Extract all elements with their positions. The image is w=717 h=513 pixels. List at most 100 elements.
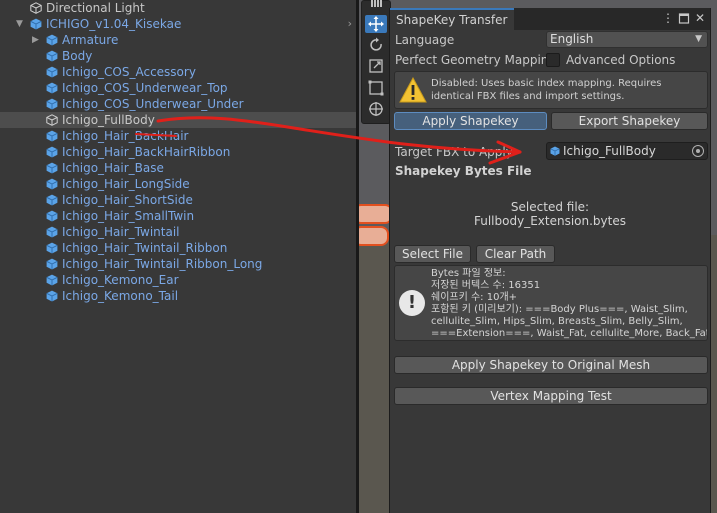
hierarchy-item-label: Ichigo_Hair_ShortSide xyxy=(62,193,193,207)
prefab-cube-icon xyxy=(46,34,58,46)
foldout-expanded-icon[interactable]: ▼ xyxy=(16,16,23,32)
hierarchy-item[interactable]: Ichigo_Hair_ShortSide xyxy=(0,192,356,208)
hierarchy-item[interactable]: Ichigo_Hair_Twintail xyxy=(0,224,356,240)
export-shapekey-tab[interactable]: Export Shapekey xyxy=(551,112,708,130)
select-file-button[interactable]: Select File xyxy=(394,245,471,263)
language-dropdown[interactable]: English ▼ xyxy=(546,31,708,48)
hierarchy-item[interactable]: ▶ Armature xyxy=(0,32,356,48)
scene-tool-palette xyxy=(361,0,391,124)
scene-object-mesh-lower[interactable] xyxy=(359,226,389,246)
hierarchy-item[interactable]: ▼ ICHIGO_v1.04_Kisekae › xyxy=(0,16,356,32)
hierarchy-item[interactable]: Ichigo_Kemono_Tail xyxy=(0,288,356,304)
scale-tool-icon[interactable] xyxy=(365,57,387,75)
hierarchy-item-label: ICHIGO_v1.04_Kisekae xyxy=(46,17,182,31)
apply-original-mesh-button[interactable]: Apply Shapekey to Original Mesh xyxy=(394,356,708,374)
hierarchy-item-label: Ichigo_Hair_Twintail_Ribbon_Long xyxy=(62,257,263,271)
prefab-cube-icon xyxy=(46,98,58,110)
hierarchy-item-label: Ichigo_Hair_SmallTwin xyxy=(62,209,195,223)
hierarchy-item[interactable]: Ichigo_Hair_Twintail_Ribbon_Long xyxy=(0,256,356,272)
hierarchy-item[interactable]: Ichigo_Hair_Base xyxy=(0,160,356,176)
clear-path-button[interactable]: Clear Path xyxy=(476,245,555,263)
hierarchy-item-label: Ichigo_Kemono_Ear xyxy=(62,273,179,287)
perfect-mapping-label: Perfect Geometry Mapping xyxy=(395,53,556,67)
prefab-cube-icon xyxy=(46,274,58,286)
prefab-cube-icon xyxy=(46,226,58,238)
hierarchy-item[interactable]: Ichigo_COS_Underwear_Under xyxy=(0,96,356,112)
selected-file-name: Fullbody_Extension.bytes xyxy=(474,214,626,228)
hierarchy-item-label: Ichigo_Hair_BackHair xyxy=(62,129,189,143)
prefab-cube-icon xyxy=(46,146,58,158)
hierarchy-item-label: Ichigo_COS_Underwear_Top xyxy=(62,81,228,95)
hierarchy-item-label: Ichigo_COS_Accessory xyxy=(62,65,196,79)
language-label: Language xyxy=(395,33,455,47)
hierarchy-item[interactable]: Ichigo_Hair_BackHair xyxy=(0,128,356,144)
bytes-section-title: Shapekey Bytes File xyxy=(395,164,532,178)
rotate-tool-icon[interactable] xyxy=(365,36,387,54)
hierarchy-item-label: Ichigo_COS_Underwear_Under xyxy=(62,97,244,111)
hierarchy-item[interactable]: Ichigo_COS_Accessory xyxy=(0,64,356,80)
transform-tool-icon[interactable] xyxy=(365,100,387,118)
gameobject-cube-icon xyxy=(30,2,42,14)
target-fbx-value: Ichigo_FullBody xyxy=(563,144,656,158)
hierarchy-item-label: Body xyxy=(62,49,93,63)
hand-tool-icon[interactable] xyxy=(365,0,387,11)
bytes-info-line: Bytes 파일 정보: xyxy=(431,268,506,279)
bytes-info-line: 쉐이프키 수: 10개+ xyxy=(431,292,518,303)
hierarchy-item[interactable]: Body xyxy=(0,48,356,64)
prefab-cube-icon xyxy=(46,210,58,222)
shapekey-transfer-window: ShapeKey Transfer ⋮ ✕ Language English ▼… xyxy=(389,8,711,513)
prefab-cube-icon xyxy=(46,242,58,254)
hierarchy-item-label: Directional Light xyxy=(46,1,145,15)
scene-object-mesh-upper[interactable] xyxy=(359,204,393,224)
close-icon[interactable]: ✕ xyxy=(694,11,706,25)
foldout-collapsed-icon[interactable]: ▶ xyxy=(32,32,39,48)
hierarchy-item-label: Ichigo_Hair_Twintail_Ribbon xyxy=(62,241,228,255)
prefab-cube-icon xyxy=(46,258,58,270)
window-tab-bar: ShapeKey Transfer ⋮ ✕ xyxy=(390,8,710,30)
prefab-cube-icon xyxy=(46,194,58,206)
prefab-cube-icon xyxy=(46,66,58,78)
maximize-icon[interactable] xyxy=(678,11,690,25)
target-fbx-label: Target FBX to Apply xyxy=(395,145,513,159)
prefab-cube-icon xyxy=(46,178,58,190)
prefab-cube-icon xyxy=(46,50,58,62)
object-picker-icon[interactable] xyxy=(692,145,704,157)
hierarchy-item-label: Ichigo_Kemono_Tail xyxy=(62,289,179,303)
hierarchy-item[interactable]: Ichigo_Hair_LongSide xyxy=(0,176,356,192)
bytes-info-text: Bytes 파일 정보: 저장된 버텍스 수: 16351 쉐이프키 수: 10개+… xyxy=(431,268,707,340)
prefab-cube-icon xyxy=(550,146,560,156)
hierarchy-item[interactable]: Ichigo_FullBody xyxy=(0,112,356,128)
info-exclamation-icon: ! xyxy=(399,290,425,316)
prefab-cube-icon xyxy=(46,130,58,142)
gameobject-cube-icon xyxy=(46,114,58,126)
rect-tool-icon[interactable] xyxy=(365,79,387,97)
chevron-right-icon[interactable]: › xyxy=(348,16,352,32)
vertex-mapping-test-button[interactable]: Vertex Mapping Test xyxy=(394,387,708,405)
advanced-options-label: Advanced Options xyxy=(566,53,676,67)
hierarchy-item-label: Ichigo_Hair_Base xyxy=(62,161,164,175)
hierarchy-item[interactable]: Ichigo_COS_Underwear_Top xyxy=(0,80,356,96)
tab-shapekey-transfer[interactable]: ShapeKey Transfer xyxy=(390,8,514,30)
prefab-cube-icon xyxy=(30,18,42,30)
move-tool-icon[interactable] xyxy=(365,15,387,33)
chevron-down-icon: ▼ xyxy=(695,34,702,44)
selected-file-label: Selected file: xyxy=(510,200,590,214)
hierarchy-item-label: Ichigo_Hair_BackHairRibbon xyxy=(62,145,231,159)
hierarchy-item[interactable]: Directional Light xyxy=(0,0,356,16)
perfect-mapping-checkbox[interactable] xyxy=(546,53,560,67)
prefab-cube-icon xyxy=(46,162,58,174)
warning-helpbox: Disabled: Uses basic index mapping. Requ… xyxy=(394,71,708,109)
hierarchy-item[interactable]: Ichigo_Hair_BackHairRibbon xyxy=(0,144,356,160)
more-options-icon[interactable]: ⋮ xyxy=(662,11,674,25)
warning-text: Disabled: Uses basic index mapping. Requ… xyxy=(431,78,662,102)
hierarchy-item-label: Ichigo_Hair_LongSide xyxy=(62,177,190,191)
hierarchy-panel: Directional Light ▼ ICHIGO_v1.04_Kisekae › ▶… xyxy=(0,0,356,513)
bytes-info-line: 저장된 버텍스 수: 16351 xyxy=(431,280,541,291)
target-fbx-field[interactable]: Ichigo_FullBody xyxy=(546,142,708,160)
bytes-info-line: cellulite_Slim, Hips_Slim, Breasts_Slim,… xyxy=(431,316,683,327)
hierarchy-item[interactable]: Ichigo_Kemono_Ear xyxy=(0,272,356,288)
hierarchy-item-label: Ichigo_Hair_Twintail xyxy=(62,225,180,239)
apply-shapekey-tab[interactable]: Apply Shapekey xyxy=(394,112,547,130)
hierarchy-item[interactable]: Ichigo_Hair_SmallTwin xyxy=(0,208,356,224)
hierarchy-item[interactable]: Ichigo_Hair_Twintail_Ribbon xyxy=(0,240,356,256)
